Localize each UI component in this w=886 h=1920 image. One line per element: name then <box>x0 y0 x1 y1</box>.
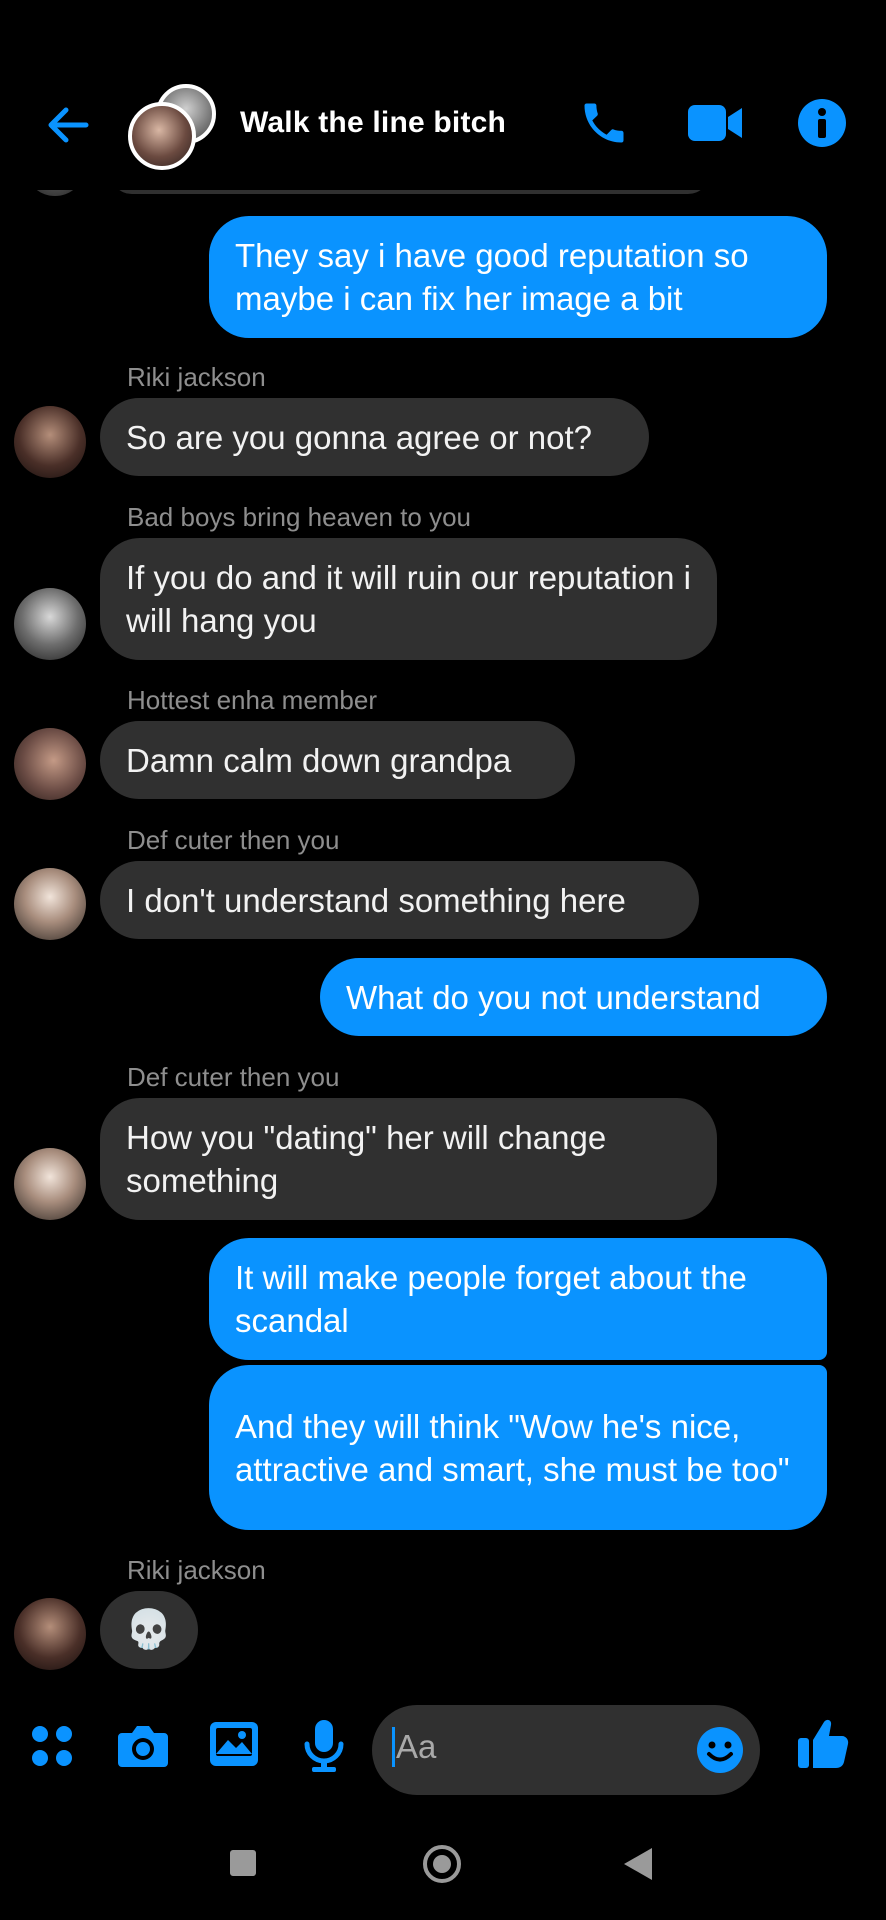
incoming-message[interactable]: How you "dating" her will change somethi… <box>100 1098 717 1220</box>
avatar[interactable] <box>14 588 86 660</box>
incoming-message[interactable]: So are you gonna agree or not? <box>100 398 649 476</box>
home-icon[interactable] <box>423 1845 461 1883</box>
outgoing-message[interactable]: What do you not understand <box>320 958 827 1036</box>
info-icon[interactable] <box>796 97 848 149</box>
message-bubble-partial <box>110 190 710 194</box>
message-input[interactable]: Aa <box>372 1705 760 1795</box>
message-text: How you "dating" her will change somethi… <box>126 1119 607 1199</box>
chat-header: Walk the line bitch <box>0 0 886 190</box>
incoming-message[interactable]: 💀 <box>100 1591 198 1669</box>
phone-icon[interactable] <box>578 97 630 149</box>
chat-title[interactable]: Walk the line bitch <box>240 106 506 140</box>
message-list[interactable]: They say i have good reputation so maybe… <box>0 190 886 1690</box>
group-avatar[interactable] <box>128 84 218 174</box>
avatar[interactable] <box>14 868 86 940</box>
message-text: Damn calm down grandpa <box>126 741 512 779</box>
message-text: What do you not understand <box>346 978 761 1016</box>
message-text: So are you gonna agree or not? <box>126 418 593 456</box>
apps-icon[interactable] <box>30 1724 74 1768</box>
sender-name: Riki jackson <box>127 362 266 392</box>
message-composer: Aa <box>0 1690 886 1810</box>
outgoing-message[interactable]: They say i have good reputation so maybe… <box>209 216 827 338</box>
message-text: And they will think "Wow he's nice, attr… <box>235 1407 790 1488</box>
avatar[interactable] <box>14 1598 86 1670</box>
image-icon[interactable] <box>208 1720 260 1768</box>
system-navigation-bar <box>0 1810 886 1920</box>
avatar[interactable] <box>14 728 86 800</box>
skull-emoji: 💀 <box>125 1608 173 1651</box>
microphone-icon[interactable] <box>302 1718 346 1774</box>
back-triangle-icon[interactable] <box>624 1848 652 1880</box>
sender-name: Def cuter then you <box>127 825 340 855</box>
incoming-message[interactable]: If you do and it will ruin our reputatio… <box>100 538 717 660</box>
video-camera-icon[interactable] <box>686 97 744 149</box>
sender-name: Bad boys bring heaven to you <box>127 502 472 532</box>
text-caret <box>392 1727 395 1767</box>
outgoing-message[interactable]: And they will think "Wow he's nice, attr… <box>209 1365 827 1530</box>
avatar <box>28 190 82 196</box>
back-arrow-icon[interactable] <box>42 100 92 150</box>
message-text: If you do and it will ruin our reputatio… <box>126 559 691 639</box>
recent-apps-icon[interactable] <box>230 1850 256 1876</box>
message-text: It will make people forget about the sca… <box>235 1259 747 1339</box>
incoming-message[interactable]: I don't understand something here <box>100 861 699 939</box>
thumbs-up-icon[interactable] <box>796 1716 850 1770</box>
outgoing-message[interactable]: It will make people forget about the sca… <box>209 1238 827 1360</box>
message-text: I don't understand something here <box>126 881 626 919</box>
group-avatar-front <box>128 102 196 170</box>
sender-name: Hottest enha member <box>127 685 378 715</box>
avatar[interactable] <box>14 406 86 478</box>
avatar[interactable] <box>14 1148 86 1220</box>
input-placeholder: Aa <box>396 1728 437 1765</box>
sender-name: Def cuter then you <box>127 1062 340 1092</box>
emoji-icon[interactable] <box>696 1726 744 1774</box>
camera-icon[interactable] <box>116 1721 170 1769</box>
message-text: They say i have good reputation so maybe… <box>235 237 749 317</box>
sender-name: Riki jackson <box>127 1555 266 1585</box>
incoming-message[interactable]: Damn calm down grandpa <box>100 721 575 799</box>
